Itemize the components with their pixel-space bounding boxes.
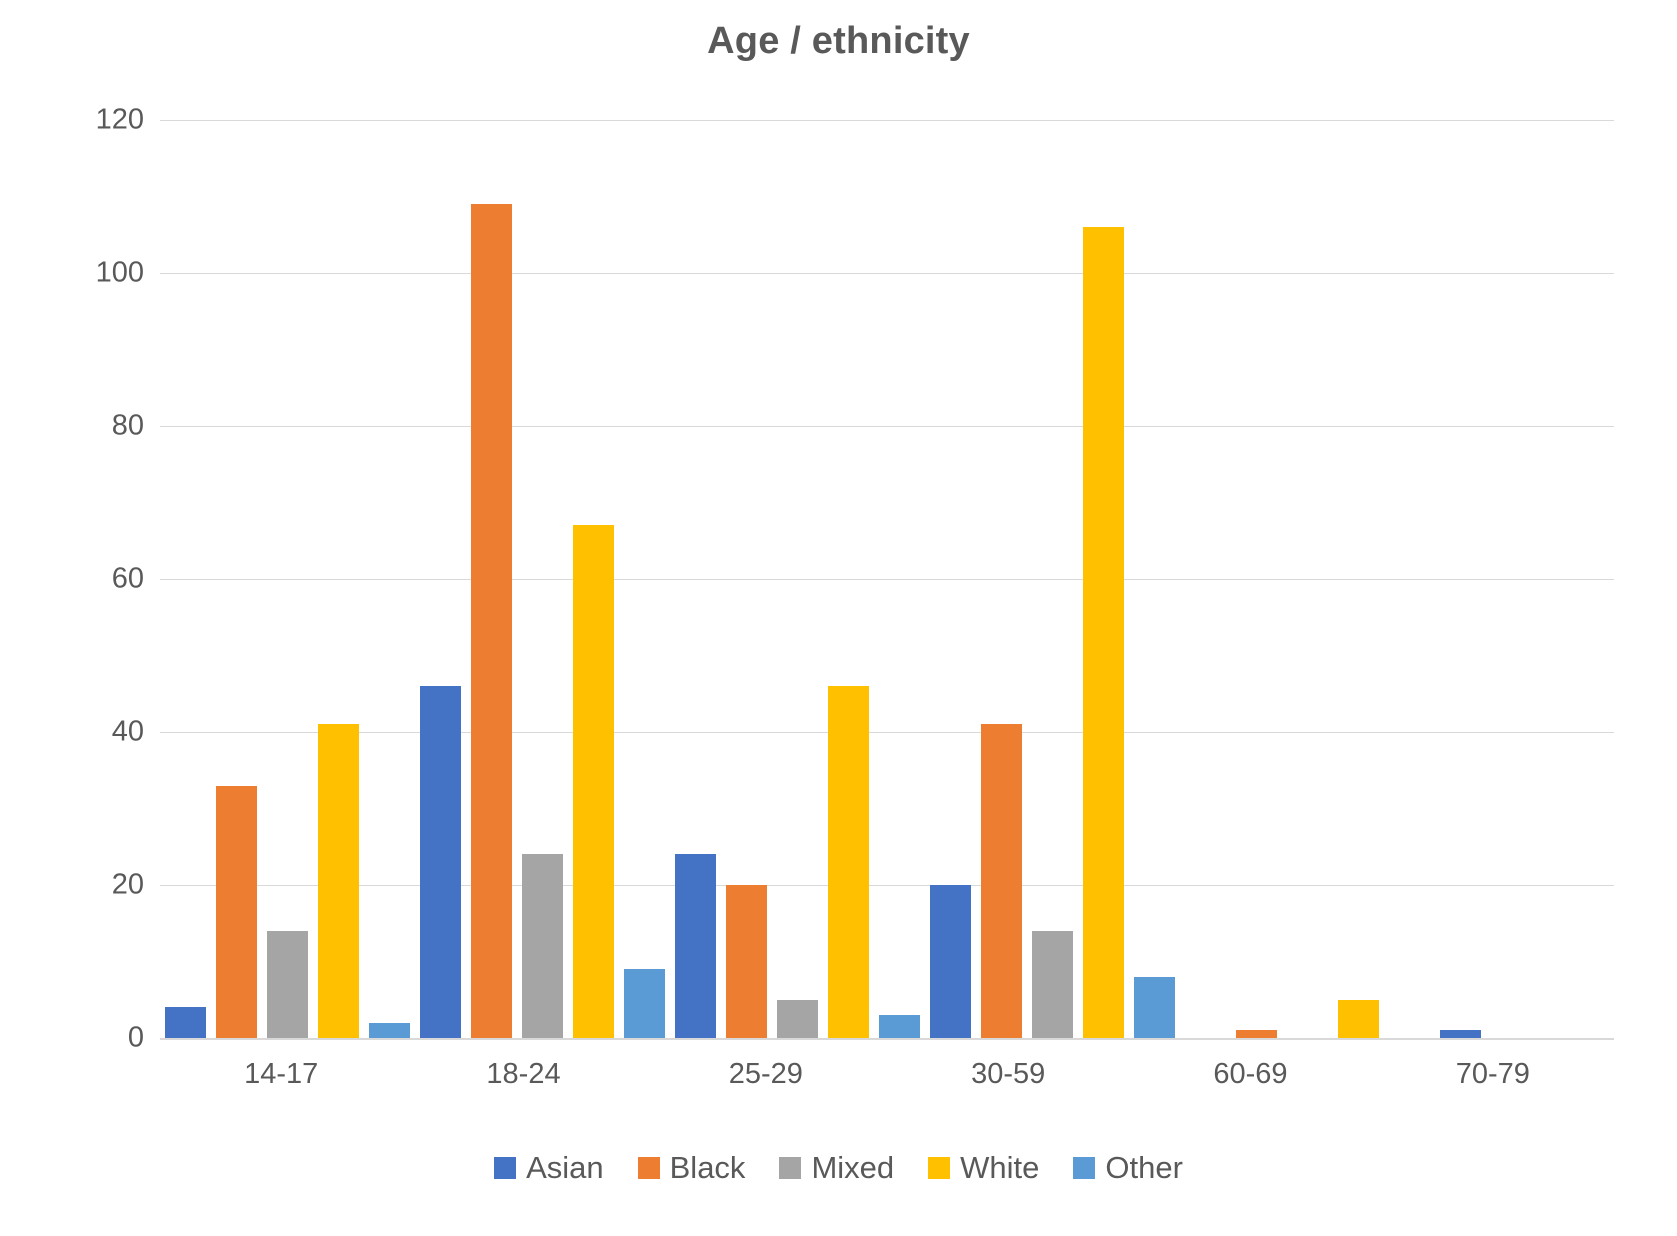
bar-slot xyxy=(1440,120,1481,1038)
x-axis-label-14-17: 14-17 xyxy=(244,1058,319,1090)
bar-slot xyxy=(1491,120,1532,1038)
bar-group-30-59 xyxy=(925,120,1180,1038)
legend-swatch-icon xyxy=(928,1157,951,1179)
bar-slot xyxy=(522,120,563,1038)
chart-legend: Asian Black Mixed White Other xyxy=(0,1150,1677,1186)
x-axis-category-labels: 14-17 18-24 25-29 30-59 60-69 70-79 xyxy=(160,1058,1614,1091)
bar-mixed-25-29[interactable] xyxy=(777,999,818,1038)
bar-slot xyxy=(1032,120,1073,1038)
legend-swatch-icon xyxy=(1073,1157,1096,1179)
x-axis-label-60-69: 60-69 xyxy=(1213,1058,1288,1090)
legend-label: Other xyxy=(1105,1150,1183,1185)
x-axis-label-25-29: 25-29 xyxy=(728,1058,803,1090)
bar-asian-14-17[interactable] xyxy=(165,1007,206,1038)
bar-slot xyxy=(675,120,716,1038)
bar-slot xyxy=(981,120,1022,1038)
bar-slot xyxy=(777,120,818,1038)
bar-group-18-24 xyxy=(415,120,670,1038)
bar-group-70-79 xyxy=(1435,120,1677,1038)
bar-group-60-69 xyxy=(1180,120,1435,1038)
bar-slot xyxy=(624,120,665,1038)
bar-slot xyxy=(1338,120,1379,1038)
legend-item-white[interactable]: White xyxy=(928,1150,1039,1186)
plot-wrapper: 0 20 40 60 80 100 120 14-17 18-24 25-29 30-59 60-6… xyxy=(0,0,1677,1236)
legend-label: Black xyxy=(669,1150,746,1185)
bar-asian-25-29[interactable] xyxy=(675,854,716,1038)
legend-item-mixed[interactable]: Mixed xyxy=(779,1150,894,1186)
y-axis-tick-80: 80 xyxy=(111,409,144,442)
bar-black-25-29[interactable] xyxy=(726,885,767,1038)
bar-white-25-29[interactable] xyxy=(828,686,869,1038)
bar-white-14-17[interactable] xyxy=(318,724,359,1038)
bar-black-30-59[interactable] xyxy=(981,724,1022,1038)
legend-swatch-icon xyxy=(494,1157,517,1179)
bar-slot xyxy=(1236,120,1277,1038)
x-axis-label-70-79: 70-79 xyxy=(1455,1058,1530,1090)
bar-slot xyxy=(930,120,971,1038)
bar-other-25-29[interactable] xyxy=(879,1015,920,1038)
legend-item-other[interactable]: Other xyxy=(1073,1150,1183,1186)
y-axis-tick-40: 40 xyxy=(111,715,144,748)
y-axis-tick-120: 120 xyxy=(95,103,144,136)
bar-slot xyxy=(1134,120,1175,1038)
bar-slot xyxy=(573,120,614,1038)
bar-slot xyxy=(267,120,308,1038)
bar-slot xyxy=(1644,120,1677,1038)
bar-other-18-24[interactable] xyxy=(624,969,665,1038)
y-axis-tick-60: 60 xyxy=(111,562,144,595)
bar-other-30-59[interactable] xyxy=(1134,976,1175,1038)
bar-slot xyxy=(1389,120,1430,1038)
x-axis-label-30-59: 30-59 xyxy=(971,1058,1046,1090)
bar-slot xyxy=(420,120,461,1038)
bar-mixed-18-24[interactable] xyxy=(522,854,563,1038)
bar-group-14-17 xyxy=(160,120,415,1038)
bar-group-25-29 xyxy=(670,120,925,1038)
bar-slot xyxy=(369,120,410,1038)
bar-asian-70-79[interactable] xyxy=(1440,1030,1481,1038)
bar-slot xyxy=(726,120,767,1038)
bar-slot xyxy=(1083,120,1124,1038)
bar-black-14-17[interactable] xyxy=(216,785,257,1038)
legend-item-black[interactable]: Black xyxy=(637,1150,746,1186)
chart-container: Age / ethnicity 0 20 40 60 80 100 120 14-17 18-… xyxy=(0,0,1677,1236)
legend-label: White xyxy=(960,1150,1040,1185)
bar-groups xyxy=(160,120,1614,1038)
legend-swatch-icon xyxy=(779,1157,802,1179)
bar-black-18-24[interactable] xyxy=(471,204,512,1038)
bar-slot xyxy=(216,120,257,1038)
bar-slot xyxy=(318,120,359,1038)
bar-mixed-14-17[interactable] xyxy=(267,930,308,1038)
bar-white-30-59[interactable] xyxy=(1083,227,1124,1038)
bar-slot xyxy=(879,120,920,1038)
y-axis-tick-100: 100 xyxy=(95,256,144,289)
bar-slot xyxy=(471,120,512,1038)
bar-slot xyxy=(828,120,869,1038)
bar-asian-18-24[interactable] xyxy=(420,686,461,1038)
axis-baseline xyxy=(160,1038,1614,1040)
bar-slot xyxy=(1185,120,1226,1038)
bar-white-60-69[interactable] xyxy=(1338,999,1379,1038)
bar-black-60-69[interactable] xyxy=(1236,1030,1277,1038)
y-axis-tick-20: 20 xyxy=(111,868,144,901)
legend-label: Mixed xyxy=(811,1150,895,1185)
bar-slot xyxy=(1542,120,1583,1038)
bar-slot xyxy=(165,120,206,1038)
bar-mixed-30-59[interactable] xyxy=(1032,930,1073,1038)
legend-item-asian[interactable]: Asian xyxy=(494,1150,604,1186)
bar-asian-30-59[interactable] xyxy=(930,885,971,1038)
legend-swatch-icon xyxy=(637,1157,660,1179)
y-axis-tick-0: 0 xyxy=(127,1021,144,1054)
bar-white-18-24[interactable] xyxy=(573,525,614,1038)
x-axis-label-18-24: 18-24 xyxy=(486,1058,561,1090)
bar-other-14-17[interactable] xyxy=(369,1022,410,1038)
bar-slot xyxy=(1593,120,1634,1038)
bar-slot xyxy=(1287,120,1328,1038)
legend-label: Asian xyxy=(526,1150,604,1185)
